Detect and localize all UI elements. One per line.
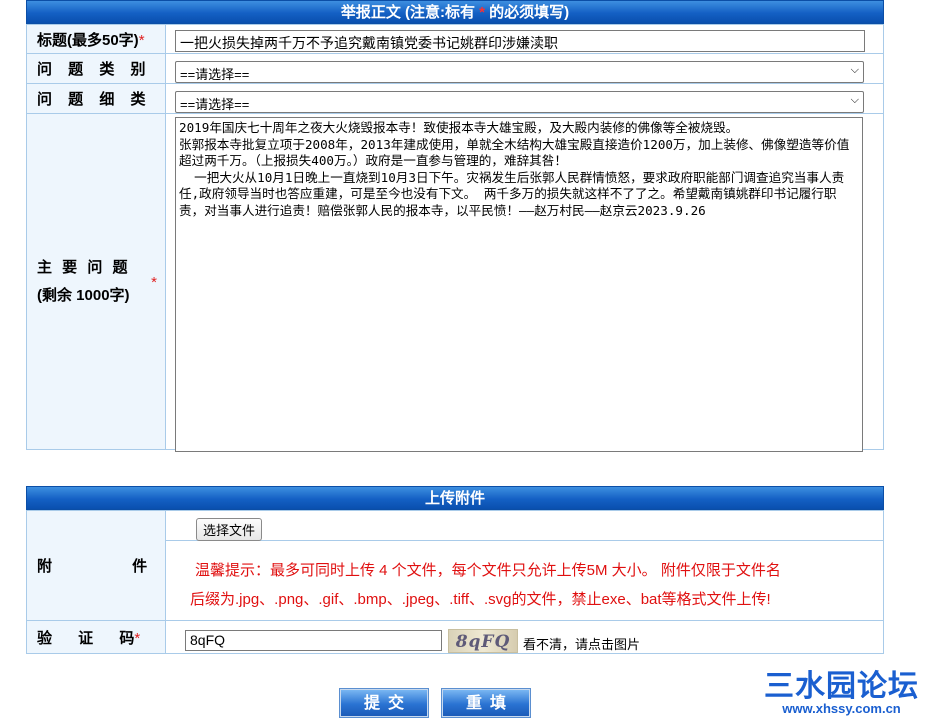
title-required-mark: * [138, 31, 145, 49]
subcategory-select[interactable]: ==请选择== ⌵ [175, 91, 864, 113]
upload-header: 上传附件 [26, 486, 884, 510]
main-issue-remaining: (剩余 1000字) [37, 286, 130, 304]
captcha-required-mark: * [134, 629, 141, 647]
captcha-label-cell: 验 证 码* [26, 620, 166, 654]
main-issue-label-cell: 主 要 问 题 (剩余 1000字) * [26, 113, 166, 450]
title-label-cell: 标题(最多50字)* [26, 24, 166, 54]
report-header-prefix: 举报正文 (注意:标有 [340, 4, 475, 21]
file-picker-cell [165, 510, 884, 541]
title-label: 标题(最多50字) [37, 31, 139, 49]
category-select[interactable]: ==请选择== ⌵ [175, 61, 864, 83]
submit-button[interactable]: 提交 [340, 689, 428, 717]
forum-watermark: 三水园论坛 www.xhssy.com.cn [764, 661, 919, 716]
upload-tip-line2: 后缀为.jpg、.png、.gif、.bmp、.jpeg、.tiff、.svg的… [190, 591, 771, 608]
captcha-input[interactable]: 8qFQ [185, 630, 442, 651]
report-header: 举报正文 (注意:标有 * 的必须填写) [26, 0, 884, 24]
main-issue-label: 主 要 问 题 [37, 258, 131, 276]
upload-tip-line1: 温馨提示：最多可同时上传 4 个文件，每个文件只允许上传5M 大小。 附件仅限于… [195, 562, 781, 579]
category-select-value: ==请选择== [180, 67, 250, 82]
category-label-cell: 问 题 类 别 [26, 53, 166, 84]
captcha-image[interactable]: 8qFQ [448, 629, 518, 653]
attachment-label: 附 件 [37, 558, 151, 575]
subcategory-label-cell: 问 题 细 类 [26, 83, 166, 114]
main-issue-required-mark: * [151, 274, 157, 291]
report-header-star: * [479, 4, 485, 21]
subcategory-label: 问 题 细 类 [37, 91, 152, 108]
chevron-down-icon: ⌵ [850, 94, 859, 106]
category-label: 问 题 类 别 [37, 61, 152, 78]
choose-file-button[interactable]: 选择文件 [196, 518, 263, 541]
chevron-down-icon: ⌵ [850, 64, 859, 76]
watermark-brand: 三水园论坛 [764, 669, 919, 704]
captcha-label: 验 证 码 [37, 629, 135, 647]
title-input[interactable]: 一把火损失掉两千万不予追究戴南镇党委书记姚群印涉嫌渎职 [175, 30, 865, 52]
report-header-suffix: 的必须填写) [489, 4, 570, 21]
subcategory-select-value: ==请选择== [180, 97, 250, 112]
captcha-refresh-hint: 看不清，请点击图片 [523, 637, 641, 652]
main-issue-textarea[interactable]: 2019年国庆七十周年之夜大火烧毁报本寺！致使报本寺大雄宝殿，及大殿内装修的佛像… [175, 117, 863, 452]
attachment-label-cell: 附 件 [26, 510, 166, 621]
reset-button[interactable]: 重填 [442, 689, 530, 717]
watermark-url: www.xhssy.com.cn [782, 701, 901, 716]
